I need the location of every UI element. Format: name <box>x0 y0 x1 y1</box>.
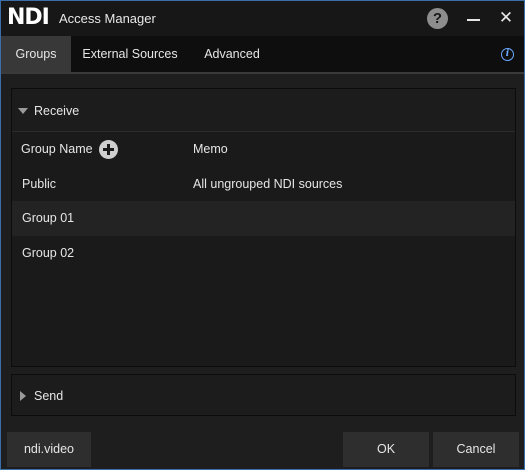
close-icon[interactable]: ✕ <box>498 9 514 27</box>
send-section-header[interactable]: Send <box>12 375 515 415</box>
send-section-label: Send <box>34 389 64 403</box>
table-row[interactable]: Group 02 <box>12 236 515 271</box>
receive-section-header[interactable]: Receive <box>12 89 515 132</box>
tab-bar: Groups External Sources Advanced i <box>1 36 524 73</box>
receive-section-label: Receive <box>34 104 80 118</box>
group-name-cell: Public <box>22 177 57 191</box>
tab-external-sources[interactable]: External Sources <box>75 36 185 73</box>
tab-advanced[interactable]: Advanced <box>197 36 267 73</box>
table-header-row: Group Name Memo <box>12 132 515 167</box>
table-row[interactable]: Group 01 <box>12 201 515 236</box>
ok-button[interactable]: OK <box>343 432 429 467</box>
tab-groups[interactable]: Groups <box>1 36 71 73</box>
expand-triangle-icon <box>20 391 26 401</box>
help-icon[interactable]: ? <box>427 8 448 29</box>
memo-cell: All ungrouped NDI sources <box>193 177 343 191</box>
table-row[interactable]: Public All ungrouped NDI sources <box>12 167 515 202</box>
column-header-group-name: Group Name <box>21 142 93 156</box>
cancel-button[interactable]: Cancel <box>433 432 519 467</box>
group-name-cell: Group 01 <box>22 211 75 225</box>
ndi-video-link-button[interactable]: ndi.video <box>7 432 91 467</box>
tab-divider <box>1 72 524 74</box>
receive-panel: Receive Group Name Memo Public All ungro… <box>11 88 516 367</box>
group-name-cell: Group 02 <box>22 246 75 260</box>
collapse-triangle-icon <box>18 108 28 114</box>
column-header-memo: Memo <box>193 142 228 156</box>
access-manager-window: NDI Access Manager ? ✕ Groups External S… <box>0 0 525 470</box>
add-group-icon[interactable] <box>99 140 118 159</box>
send-panel: Send <box>11 374 516 416</box>
info-icon[interactable]: i <box>501 48 514 61</box>
minimize-icon[interactable] <box>467 19 480 21</box>
title-bar: NDI Access Manager ? ✕ <box>1 1 524 36</box>
ndi-logo: NDI <box>7 5 50 30</box>
window-title: Access Manager <box>59 11 156 26</box>
